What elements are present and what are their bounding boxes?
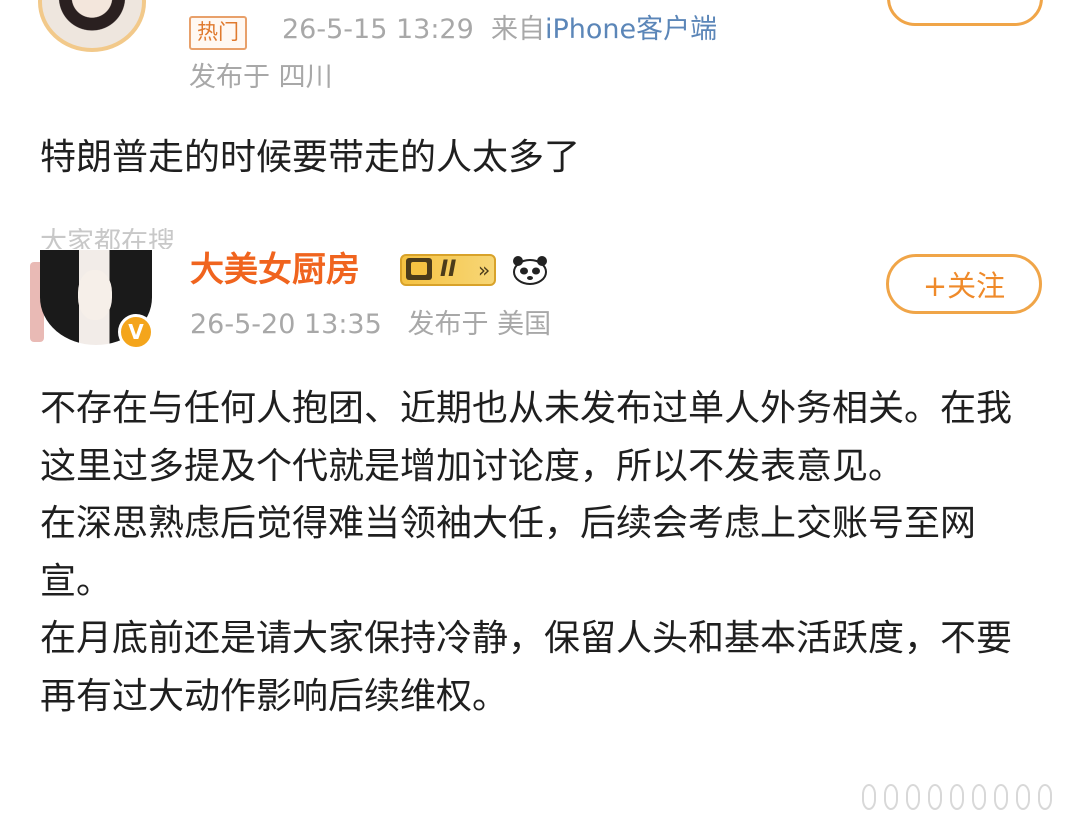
post-time: 26-5-15 13:29 — [282, 14, 474, 45]
follow-button[interactable]: +关注 — [886, 254, 1042, 314]
post-meta: 26-5-15 13:29 来自iPhone客户端 — [282, 12, 717, 48]
post-location: 发布于 美国 — [407, 309, 552, 340]
avatar-face — [78, 270, 112, 320]
post-paragraph: 在月底前还是请大家保持冷静，保留人头和基本活跃度，不要再有过大动作影响后续维权。 — [40, 618, 1013, 717]
author-avatar[interactable] — [38, 0, 146, 52]
hot-badge: 热门 — [189, 16, 247, 50]
post-paragraph: 在深思熟虑后觉得难当领袖大任，后续会考虑上交账号至网宣。 — [40, 503, 977, 602]
post-content: 不存在与任何人抱团、近期也从未发布过单人外务相关。在我这里过多提及个代就是增加讨… — [40, 380, 1040, 725]
level-chevron-icon: » — [478, 258, 491, 282]
post-content: 特朗普走的时候要带走的人太多了 — [40, 137, 581, 178]
follow-button[interactable] — [887, 0, 1043, 26]
post-source-link[interactable]: iPhone客户端 — [545, 14, 717, 45]
verified-icon: V — [118, 314, 154, 350]
post-paragraph: 不存在与任何人抱团、近期也从未发布过单人外务相关。在我这里过多提及个代就是增加讨… — [40, 388, 1013, 487]
author-name[interactable]: 大美女厨房 — [190, 250, 360, 290]
level-label: II — [440, 257, 457, 282]
panda-icon — [513, 256, 547, 285]
post-location: 发布于 四川 — [189, 62, 333, 93]
post-meta: 26-5-20 13:35 发布于 美国 — [190, 306, 551, 344]
watermark-logo — [862, 784, 1072, 812]
source-prefix: 来自 — [490, 14, 545, 45]
crown-inner — [411, 262, 427, 275]
post-time: 26-5-20 13:35 — [190, 309, 382, 340]
